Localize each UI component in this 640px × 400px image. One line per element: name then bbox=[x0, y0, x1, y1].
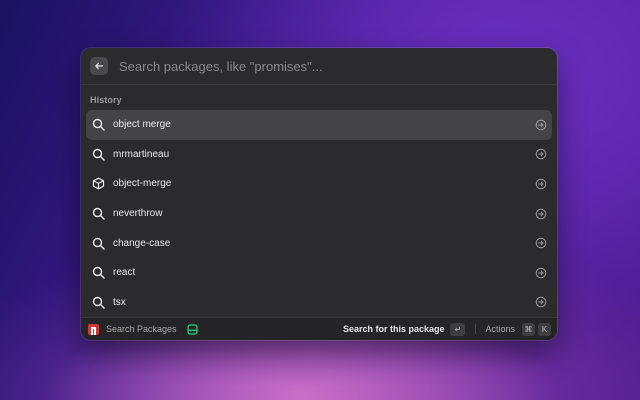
search-icon bbox=[91, 266, 105, 280]
arrow-circle-right-icon bbox=[535, 237, 547, 249]
list-item[interactable]: mrmartineau bbox=[86, 140, 552, 170]
arrow-circle-right-icon bbox=[535, 119, 547, 131]
k-key-hint: K bbox=[538, 322, 551, 336]
arrow-circle-right-icon bbox=[535, 296, 547, 308]
list-item[interactable]: object-merge bbox=[86, 169, 552, 199]
arrow-circle-right-icon bbox=[535, 267, 547, 279]
launcher-window: History object merge mrmartineau obj bbox=[81, 48, 557, 340]
list-item[interactable]: neverthrow bbox=[86, 199, 552, 229]
arrow-circle-right-icon bbox=[535, 208, 547, 220]
search-icon bbox=[91, 207, 105, 221]
back-button[interactable] bbox=[90, 57, 108, 75]
arrow-circle-right-icon bbox=[535, 178, 547, 190]
action-bar: Search Packages Search for this package … bbox=[81, 317, 557, 340]
search-bar bbox=[81, 48, 557, 85]
search-input[interactable] bbox=[117, 57, 548, 75]
actions-button[interactable]: Actions bbox=[485, 324, 515, 334]
cmd-key-hint: ⌘ bbox=[522, 322, 535, 336]
list-item-label: neverthrow bbox=[113, 208, 163, 220]
arrow-left-icon bbox=[95, 62, 104, 70]
list-item-label: object-merge bbox=[113, 178, 172, 190]
list-item-label: tsx bbox=[113, 296, 126, 308]
enter-key-hint: ↵ bbox=[450, 322, 466, 336]
divider bbox=[475, 324, 477, 334]
list-item[interactable]: object merge bbox=[86, 110, 552, 140]
search-icon bbox=[91, 147, 105, 161]
arrow-circle-right-icon bbox=[535, 148, 547, 160]
search-icon bbox=[91, 118, 105, 132]
list-item[interactable]: change-case bbox=[86, 228, 552, 258]
primary-action-button[interactable]: Search for this package bbox=[343, 324, 445, 334]
npm-logo-icon bbox=[88, 323, 99, 335]
command-name: Search Packages bbox=[106, 324, 177, 334]
list-item-label: change-case bbox=[113, 237, 171, 249]
package-icon bbox=[91, 177, 105, 191]
search-icon bbox=[91, 295, 105, 309]
list-item[interactable]: react bbox=[86, 258, 552, 288]
search-icon bbox=[91, 236, 105, 250]
list-item[interactable]: tsx bbox=[86, 288, 552, 318]
list-item-label: react bbox=[113, 267, 136, 279]
history-list: object merge mrmartineau object-merge ne… bbox=[81, 110, 557, 317]
list-item-label: mrmartineau bbox=[113, 148, 170, 160]
extension-icon bbox=[186, 323, 198, 335]
section-title-history: History bbox=[90, 95, 122, 105]
list-item-label: object merge bbox=[113, 119, 171, 131]
